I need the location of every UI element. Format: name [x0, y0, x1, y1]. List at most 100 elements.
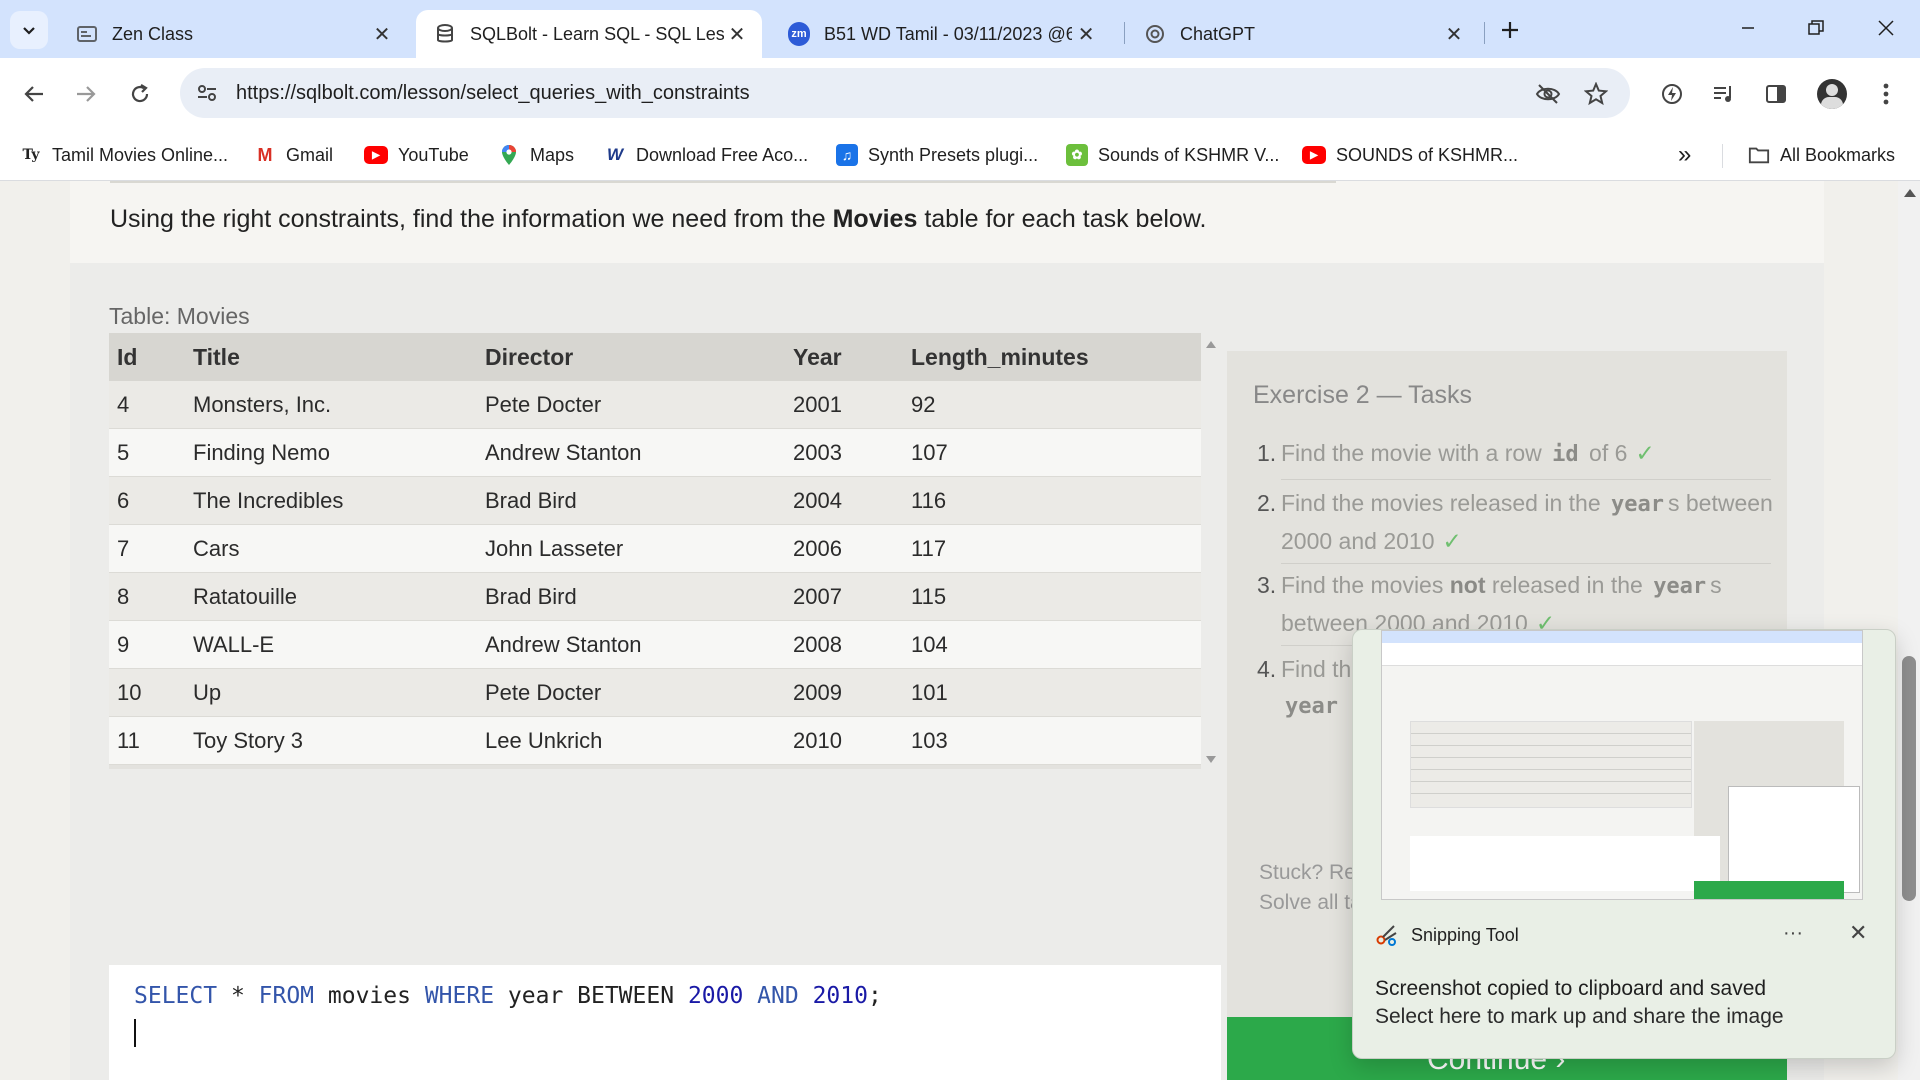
close-tab-icon[interactable]: ✕	[1440, 20, 1468, 48]
side-panel-icon[interactable]	[1758, 76, 1794, 112]
sql-keyword: AND	[743, 983, 813, 1009]
bookmark-synth-presets[interactable]: ♫ Synth Presets plugi...	[836, 142, 1038, 168]
back-arrow-icon	[24, 86, 43, 102]
table-scrollbar[interactable]	[1201, 333, 1221, 769]
bookmark-gmail[interactable]: M Gmail	[254, 142, 334, 168]
bookmark-label: Maps	[530, 144, 575, 165]
bookmark-star-icon[interactable]	[1582, 80, 1610, 108]
sql-keyword: FROM	[258, 983, 315, 1009]
zoom-icon: zm	[788, 22, 810, 46]
task-number: 4.	[1257, 656, 1277, 682]
table-row: 9 WALL-E Andrew Stanton 2008 104	[109, 620, 1201, 669]
tab-chatgpt[interactable]: ChatGPT ✕	[1126, 10, 1480, 58]
task-text: Find the movie with a row id of 6 ✓	[1281, 435, 1773, 473]
snipping-tool-icon	[1375, 923, 1399, 947]
restore-icon	[1808, 20, 1824, 35]
close-tab-icon[interactable]: ✕	[724, 20, 750, 48]
bookmarks-bar: Ty Tamil Movies Online... M Gmail ▶ YouT…	[0, 130, 1920, 181]
forward-button[interactable]	[68, 76, 104, 112]
table-cell: 2009	[785, 668, 903, 717]
table-cell: 5	[109, 428, 185, 477]
minimize-button[interactable]	[1728, 8, 1768, 48]
screenshot-thumbnail[interactable]	[1381, 630, 1863, 900]
bookmark-sounds-kshmr[interactable]: ✿ Sounds of KSHMR V...	[1066, 142, 1279, 168]
snipping-tool-notification[interactable]: Snipping Tool ··· ✕ Screenshot copied to…	[1352, 629, 1896, 1059]
movies-table: Id Title Director Year Length_minutes 4M…	[109, 333, 1201, 765]
thumbnail-toolbar	[1382, 643, 1862, 666]
close-tab-icon[interactable]: ✕	[368, 20, 396, 48]
task-emphasis: not	[1449, 572, 1486, 598]
more-options-icon[interactable]: ···	[1783, 922, 1803, 945]
tab-zen-class[interactable]: Zen Class ✕	[58, 10, 408, 58]
column-header: Length_minutes	[903, 333, 1201, 381]
intro-suffix: table for each task below.	[917, 205, 1207, 233]
task-code: year	[1653, 574, 1707, 599]
table-row: 5 Finding Nemo Andrew Stanton 2003 107	[109, 428, 1201, 477]
table-cell: 2007	[785, 572, 903, 621]
bookmarks-divider	[1722, 144, 1723, 168]
tab-sqlbolt[interactable]: SQLBolt - Learn SQL - SQL Lesso ✕	[416, 10, 762, 58]
sql-token: *	[217, 983, 259, 1009]
tab-search-button[interactable]	[10, 11, 48, 49]
table-row: 7 Cars John Lasseter 2006 117	[109, 524, 1201, 573]
task-number: 3.	[1257, 572, 1277, 598]
bookmark-tamil-movies[interactable]: Ty Tamil Movies Online...	[20, 142, 228, 168]
table-cell: Andrew Stanton	[477, 428, 785, 477]
sql-query-text: SELECT * FROM movies WHERE year BETWEEN …	[134, 983, 882, 1009]
scroll-down-arrow-icon[interactable]	[1206, 756, 1216, 763]
tab-strip: Zen Class ✕ SQLBolt - Learn SQL - SQL Le…	[0, 0, 1920, 58]
scroll-up-arrow-icon[interactable]	[1904, 189, 1916, 197]
check-icon: ✓	[1442, 528, 1462, 554]
media-controls-icon[interactable]	[1706, 76, 1742, 112]
back-button[interactable]	[16, 76, 52, 112]
database-icon	[434, 23, 456, 45]
table-cell: 2008	[785, 620, 903, 669]
bookmarks-overflow-button[interactable]: »	[1678, 141, 1691, 168]
reload-button[interactable]	[122, 76, 158, 112]
browser-toolbar: https://sqlbolt.com/lesson/select_querie…	[0, 58, 1920, 130]
address-bar[interactable]: https://sqlbolt.com/lesson/select_querie…	[180, 68, 1630, 118]
column-header: Year	[785, 333, 903, 381]
table-header-row: Id Title Director Year Length_minutes	[109, 333, 1201, 381]
tab-separator	[1124, 22, 1125, 44]
table-cell: Finding Nemo	[185, 428, 477, 477]
zoom-badge: zm	[788, 22, 810, 46]
browser-menu-button[interactable]	[1868, 76, 1904, 112]
site-settings-icon[interactable]	[194, 80, 220, 106]
wix-icon: W	[606, 145, 624, 164]
bookmark-label: All Bookmarks	[1780, 144, 1896, 165]
sql-token: year BETWEEN	[494, 983, 688, 1009]
close-tab-icon[interactable]: ✕	[1072, 20, 1100, 48]
table-row: 11 Toy Story 3 Lee Unkrich 2010 103	[109, 716, 1201, 765]
bookmark-maps[interactable]: Maps	[498, 142, 574, 168]
table-cell: 104	[903, 620, 1201, 669]
bookmark-label: Download Free Aco...	[636, 144, 809, 165]
bookmark-download-free[interactable]: W Download Free Aco...	[604, 142, 808, 168]
table-cell: 2006	[785, 524, 903, 573]
close-icon[interactable]: ✕	[1849, 920, 1867, 946]
all-bookmarks-button[interactable]: All Bookmarks	[1748, 142, 1895, 168]
restore-button[interactable]	[1796, 8, 1836, 48]
tab-separator	[1484, 22, 1485, 44]
bookmark-label: Synth Presets plugi...	[868, 144, 1039, 165]
table-cell: 2001	[785, 381, 903, 429]
bookmark-youtube[interactable]: ▶ YouTube	[364, 142, 469, 168]
bookmark-sounds-kshmr-youtube[interactable]: ▶ SOUNDS of KSHMR...	[1302, 142, 1518, 168]
page-scrollbar[interactable]	[1898, 181, 1920, 1080]
sql-keyword: SELECT	[134, 983, 218, 1009]
sql-query-editor[interactable]: SELECT * FROM movies WHERE year BETWEEN …	[109, 965, 1221, 1080]
table-cell: Pete Docter	[477, 668, 785, 717]
eye-off-icon[interactable]	[1534, 80, 1562, 108]
performance-icon[interactable]	[1654, 76, 1690, 112]
profile-avatar[interactable]	[1814, 76, 1850, 112]
close-window-button[interactable]	[1866, 8, 1906, 48]
table-cell: 116	[903, 476, 1201, 525]
scrollbar-thumb[interactable]	[1902, 656, 1916, 901]
toast-title: Screenshot copied to clipboard and saved	[1375, 977, 1767, 1000]
exercise-title: Exercise 2 — Tasks	[1253, 381, 1473, 409]
tab-zoom-meeting[interactable]: zm B51 WD Tamil - 03/11/2023 @6 ✕	[770, 10, 1112, 58]
scroll-up-arrow-icon[interactable]	[1206, 341, 1216, 348]
table-cell: 107	[903, 428, 1201, 477]
new-tab-button[interactable]	[1494, 14, 1526, 46]
task-text-part: Find th	[1281, 656, 1352, 682]
